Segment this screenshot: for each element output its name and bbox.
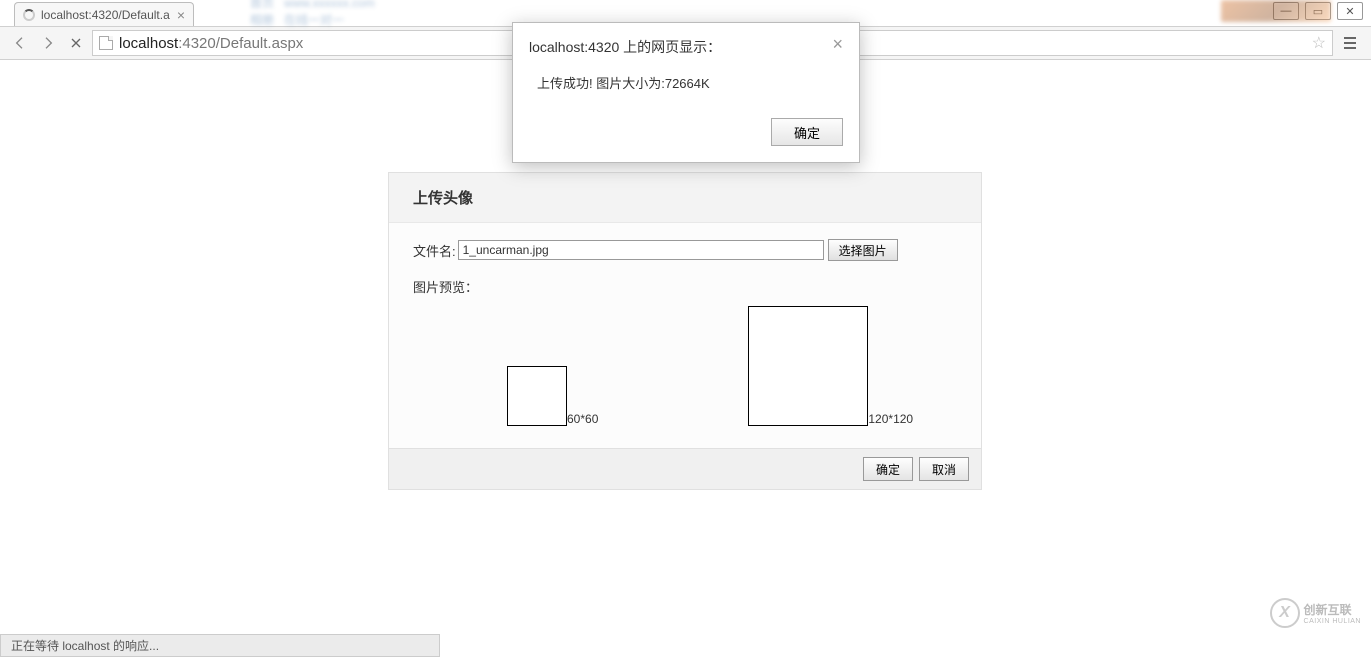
- alert-message: 上传成功! 图片大小为:72664K: [513, 65, 859, 110]
- alert-close-icon[interactable]: ×: [832, 37, 843, 51]
- filename-label: 文件名:: [413, 241, 456, 260]
- preview-row: 60*60 120*120: [413, 306, 957, 426]
- filename-input[interactable]: [458, 240, 824, 260]
- preview-label: 图片预览：: [413, 277, 478, 296]
- tab-title: localhost:4320/Default.a: [41, 8, 170, 22]
- bookmark-star-icon[interactable]: ☆: [1312, 33, 1326, 53]
- size-label-120: 120*120: [868, 412, 913, 426]
- forward-button[interactable]: [36, 31, 60, 55]
- tab-close-icon[interactable]: ×: [177, 7, 185, 23]
- browser-tab[interactable]: localhost:4320/Default.a ×: [14, 2, 194, 26]
- size-label-60: 60*60: [567, 412, 598, 426]
- upload-avatar-panel: 上传头像 文件名: 选择图片 图片预览： 60*60 120*120: [388, 172, 982, 490]
- status-bar: 正在等待 localhost 的响应...: [0, 634, 1371, 656]
- filename-row: 文件名: 选择图片: [413, 239, 957, 261]
- page-icon: [99, 36, 113, 50]
- javascript-alert-dialog: localhost:4320 上的网页显示： × 上传成功! 图片大小为:726…: [512, 22, 860, 163]
- panel-title: 上传头像: [389, 173, 981, 223]
- preview-box-120: [748, 306, 868, 426]
- watermark: X 创新互联 CAIXIN HULIAN: [1270, 598, 1361, 628]
- loading-spinner-icon: [23, 9, 35, 21]
- alert-title: localhost:4320 上的网页显示：: [529, 37, 721, 57]
- panel-footer: 确定 取消: [389, 448, 981, 489]
- watermark-subtext: CAIXIN HULIAN: [1304, 618, 1361, 625]
- stop-button[interactable]: [64, 31, 88, 55]
- status-text: 正在等待 localhost 的响应...: [0, 634, 440, 657]
- confirm-button[interactable]: 确定: [863, 457, 913, 481]
- watermark-logo-icon: X: [1270, 598, 1300, 628]
- url-text: localhost:4320/Default.aspx: [119, 35, 303, 52]
- back-button[interactable]: [8, 31, 32, 55]
- watermark-text: 创新互联: [1304, 601, 1361, 618]
- cancel-button[interactable]: 取消: [919, 457, 969, 481]
- choose-image-button[interactable]: 选择图片: [828, 239, 898, 261]
- alert-ok-button[interactable]: 确定: [771, 118, 843, 146]
- hamburger-menu-button[interactable]: [1337, 30, 1363, 56]
- preview-box-60: [507, 366, 567, 426]
- background-blur-content: 首页 www.xxxxxx.com相册 在线一对一: [250, 0, 1371, 22]
